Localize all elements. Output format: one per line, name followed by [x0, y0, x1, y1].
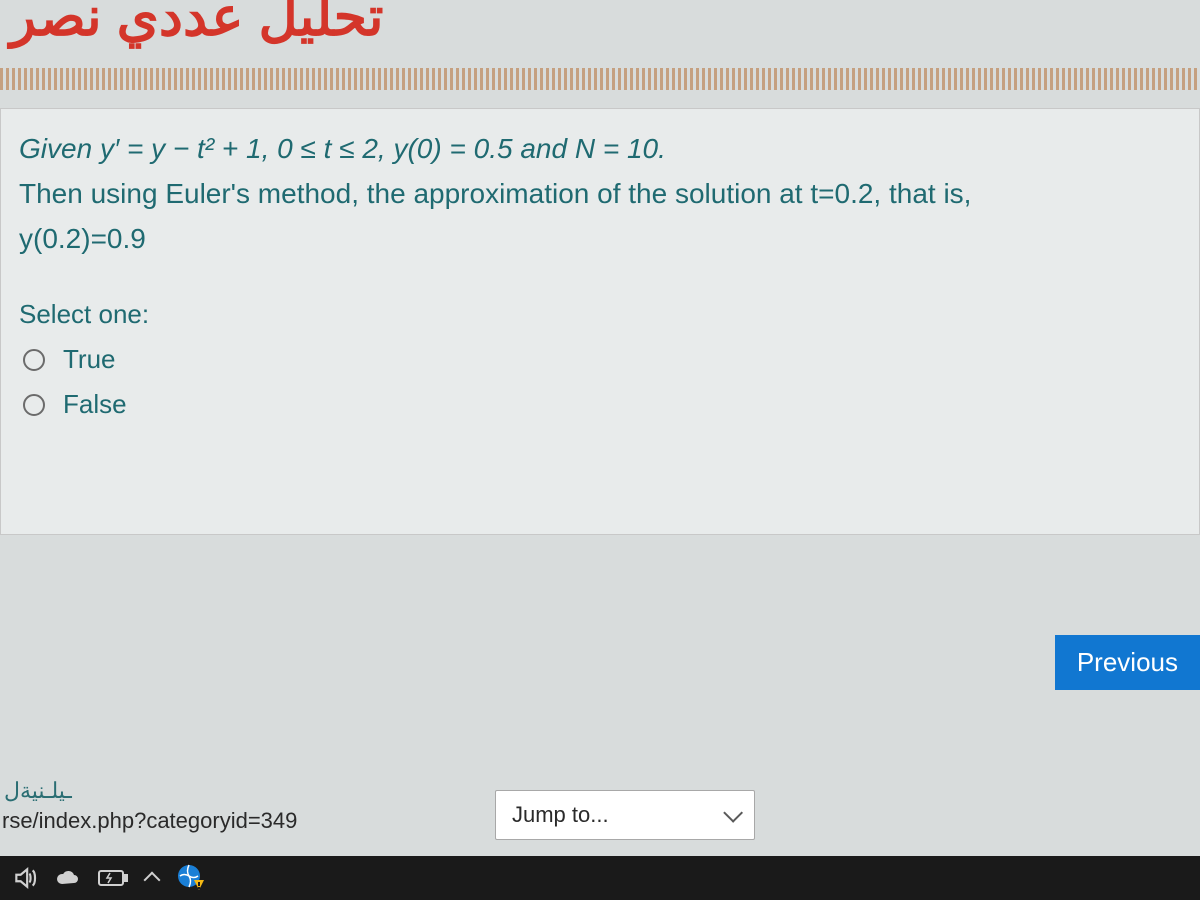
taskbar — [0, 856, 1200, 900]
question-math-expression: y′ = y − t² + 1, 0 ≤ t ≤ 2, y(0) = 0.5 a… — [100, 133, 666, 164]
url-status-text: rse/index.php?categoryid=349 — [0, 808, 297, 834]
select-one-label: Select one: — [19, 299, 1181, 330]
option-label-false[interactable]: False — [63, 389, 127, 420]
cloud-icon[interactable] — [56, 866, 80, 890]
globe-warning-icon[interactable] — [176, 863, 206, 893]
option-false[interactable]: False — [19, 389, 1181, 420]
jump-to-label: Jump to... — [512, 802, 609, 828]
speaker-icon[interactable] — [12, 865, 38, 891]
radio-false[interactable] — [23, 394, 45, 416]
options-group: True False — [19, 344, 1181, 420]
question-card: Given y′ = y − t² + 1, 0 ≤ t ≤ 2, y(0) =… — [0, 108, 1200, 535]
chevron-down-icon — [723, 803, 743, 823]
option-label-true[interactable]: True — [63, 344, 116, 375]
question-line2: Then using Euler's method, the approxima… — [19, 178, 971, 209]
option-true[interactable]: True — [19, 344, 1181, 375]
radio-true[interactable] — [23, 349, 45, 371]
arabic-link-label[interactable]: ـيلـنيةل — [0, 778, 72, 804]
jump-to-select[interactable]: Jump to... — [495, 790, 755, 840]
header-divider — [0, 68, 1200, 90]
question-text: Given y′ = y − t² + 1, 0 ≤ t ≤ 2, y(0) =… — [19, 127, 1181, 261]
question-line3: y(0.2)=0.9 — [19, 223, 146, 254]
question-given-prefix: Given — [19, 133, 100, 164]
course-title-arabic: تحليل عددي نصر — [0, 0, 384, 48]
previous-button[interactable]: Previous — [1055, 635, 1200, 690]
battery-charging-icon[interactable] — [98, 868, 128, 888]
caret-up-icon[interactable] — [146, 870, 158, 886]
